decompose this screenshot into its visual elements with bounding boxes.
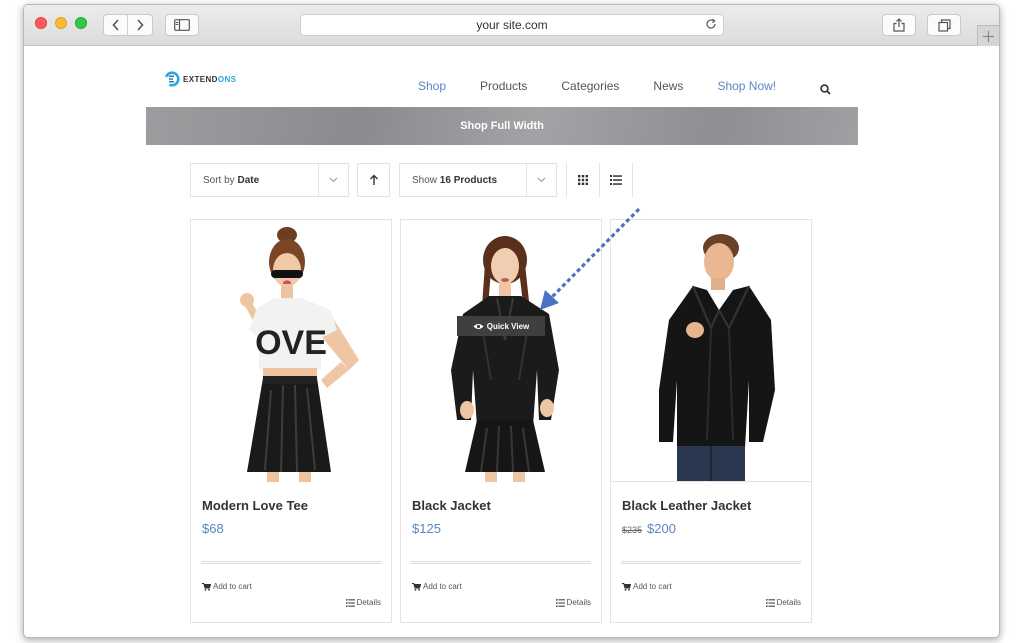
product-title[interactable]: Black Leather Jacket — [622, 498, 751, 513]
logo-wordmark: EXTENDONS — [183, 75, 236, 84]
sidebar-icon — [174, 19, 190, 31]
details-link[interactable]: Details — [345, 598, 381, 607]
product-image[interactable]: Quick View — [401, 220, 601, 482]
per-page-label: Show 16 Products — [412, 175, 497, 186]
logo-text-dark: EXTEND — [183, 74, 218, 84]
quick-view-label: Quick View — [486, 321, 530, 331]
share-button[interactable] — [882, 14, 916, 36]
sort-prefix: Sort by — [203, 174, 235, 186]
product-price: $235 $200 — [622, 521, 676, 536]
search-icon — [820, 84, 831, 95]
menu-item-shop-now[interactable]: Shop Now! — [717, 79, 776, 93]
cart-icon — [202, 582, 211, 591]
card-divider — [411, 561, 591, 564]
product-title[interactable]: Modern Love Tee — [202, 498, 308, 513]
product-image[interactable] — [611, 220, 811, 482]
menu-item-shop[interactable]: Shop — [418, 79, 446, 93]
add-to-cart-button[interactable]: Add to cart — [412, 582, 462, 591]
add-to-cart-button[interactable]: Add to cart — [202, 582, 252, 591]
list-view-button[interactable] — [599, 163, 633, 197]
card-divider — [201, 561, 381, 564]
page-title: Shop Full Width — [460, 120, 544, 132]
share-icon — [893, 18, 905, 32]
menu-item-products[interactable]: Products — [480, 79, 527, 93]
main-menu: Shop Products Categories News Shop Now! — [418, 79, 810, 93]
add-to-cart-button[interactable]: Add to cart — [622, 582, 672, 591]
product-price-current: $125 — [412, 521, 441, 536]
sort-dropdown-toggle[interactable] — [318, 164, 348, 196]
maximize-window-button[interactable] — [75, 17, 87, 29]
details-label: Details — [776, 598, 801, 607]
add-to-cart-label: Add to cart — [633, 582, 672, 591]
details-label: Details — [566, 598, 591, 607]
arrow-up-icon — [369, 174, 378, 185]
product-card[interactable]: Quick View Black Jacket $125 Add to cart… — [400, 219, 602, 623]
chevron-left-icon — [111, 19, 119, 31]
address-bar[interactable]: your site.com — [300, 14, 724, 36]
forward-button[interactable] — [128, 15, 152, 35]
reload-button[interactable] — [705, 18, 717, 33]
product-card[interactable]: Black Leather Jacket $235 $200 Add to car… — [610, 219, 812, 623]
details-label: Details — [356, 598, 381, 607]
product-price: $68 — [202, 521, 224, 536]
product-photo-black-leather-jacket — [611, 220, 811, 481]
search-button[interactable] — [820, 82, 831, 100]
back-button[interactable] — [104, 15, 128, 35]
product-image[interactable]: OVE — [191, 220, 391, 482]
browser-toolbar: your site.com — [24, 5, 999, 46]
product-price-old: $235 — [622, 525, 643, 535]
add-to-cart-label: Add to cart — [423, 582, 462, 591]
chevron-right-icon — [137, 19, 144, 31]
eye-icon — [473, 323, 484, 329]
per-page-value: 16 Products — [439, 174, 498, 186]
add-to-cart-label: Add to cart — [213, 582, 252, 591]
product-price: $125 — [412, 521, 441, 536]
plus-icon — [983, 30, 994, 42]
address-url: your site.com — [476, 18, 548, 32]
menu-item-news[interactable]: News — [653, 79, 683, 93]
chevron-down-icon — [537, 177, 546, 183]
cart-icon — [412, 582, 421, 591]
product-price-current: $68 — [202, 521, 224, 536]
quick-view-button[interactable]: Quick View — [457, 316, 545, 336]
list-icon — [765, 598, 775, 607]
per-page-dropdown-toggle[interactable] — [526, 164, 556, 196]
extendons-logo-icon — [164, 71, 180, 87]
reload-icon — [706, 18, 716, 29]
grid-view-button[interactable] — [566, 163, 600, 197]
sort-label: Sort by Date — [203, 175, 259, 186]
per-page-prefix: Show — [412, 174, 438, 186]
sort-select[interactable]: Sort by Date — [190, 163, 349, 197]
minimize-window-button[interactable] — [55, 17, 67, 29]
page-banner: Shop Full Width — [146, 107, 858, 145]
list-icon — [345, 598, 355, 607]
product-price-current: $200 — [647, 521, 676, 536]
back-forward-buttons — [103, 14, 153, 36]
details-link[interactable]: Details — [765, 598, 801, 607]
menu-item-categories[interactable]: Categories — [561, 79, 619, 93]
product-photo-black-jacket — [401, 220, 601, 482]
browser-window: your site.com EXTENDONS Shop Products Ca… — [23, 4, 1000, 638]
svg-text:OVE: OVE — [255, 324, 327, 362]
chevron-down-icon — [329, 177, 338, 183]
list-icon — [555, 598, 565, 607]
list-icon — [610, 175, 622, 185]
product-card[interactable]: OVE Modern Love Tee $68 Add to cart Deta… — [190, 219, 392, 623]
grid-icon — [578, 175, 588, 185]
product-title[interactable]: Black Jacket — [412, 498, 491, 513]
tabs-icon — [937, 18, 951, 32]
close-window-button[interactable] — [35, 17, 47, 29]
new-tab-button[interactable] — [977, 25, 999, 46]
product-photo-modern-love-tee: OVE — [191, 220, 391, 482]
per-page-select[interactable]: Show 16 Products — [399, 163, 557, 197]
cart-icon — [622, 582, 631, 591]
sort-direction-button[interactable] — [357, 163, 390, 197]
sidebar-toggle-button[interactable] — [165, 14, 199, 36]
card-divider — [621, 561, 801, 564]
site-logo[interactable]: EXTENDONS — [164, 71, 236, 87]
logo-text-blue: ONS — [217, 74, 237, 84]
sort-value: Date — [237, 174, 260, 186]
tabs-overview-button[interactable] — [927, 14, 961, 36]
details-link[interactable]: Details — [555, 598, 591, 607]
